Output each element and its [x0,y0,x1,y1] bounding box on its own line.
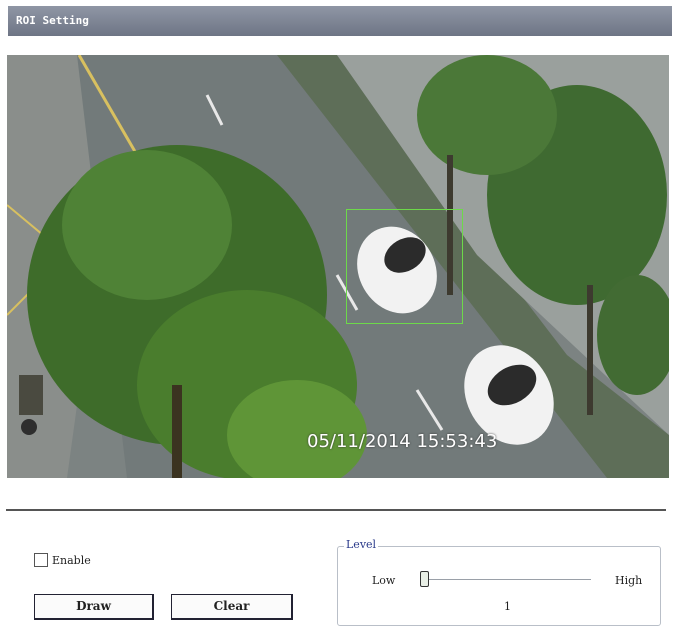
draw-button[interactable]: Draw [34,594,154,620]
osd-timestamp: 05/11/2014 15:53:43 [307,431,498,452]
level-high-label: High [615,574,643,587]
clear-button[interactable]: Clear [171,594,293,620]
divider [6,509,666,511]
level-low-label: Low [372,574,396,587]
level-group: Level Low High 1 [337,538,661,626]
video-preview[interactable]: 05/11/2014 15:53:43 [7,55,669,478]
roi-selection-box[interactable] [346,209,463,324]
checkbox-icon[interactable] [34,553,48,567]
level-value: 1 [504,600,511,613]
level-legend: Level [344,538,379,551]
window-title: ROI Setting [8,6,672,36]
enable-label: Enable [52,553,91,567]
camera-scene-image [7,55,669,478]
slider-thumb-icon[interactable] [420,571,429,587]
level-slider-track[interactable] [428,579,591,580]
enable-toggle[interactable]: Enable [34,551,91,569]
